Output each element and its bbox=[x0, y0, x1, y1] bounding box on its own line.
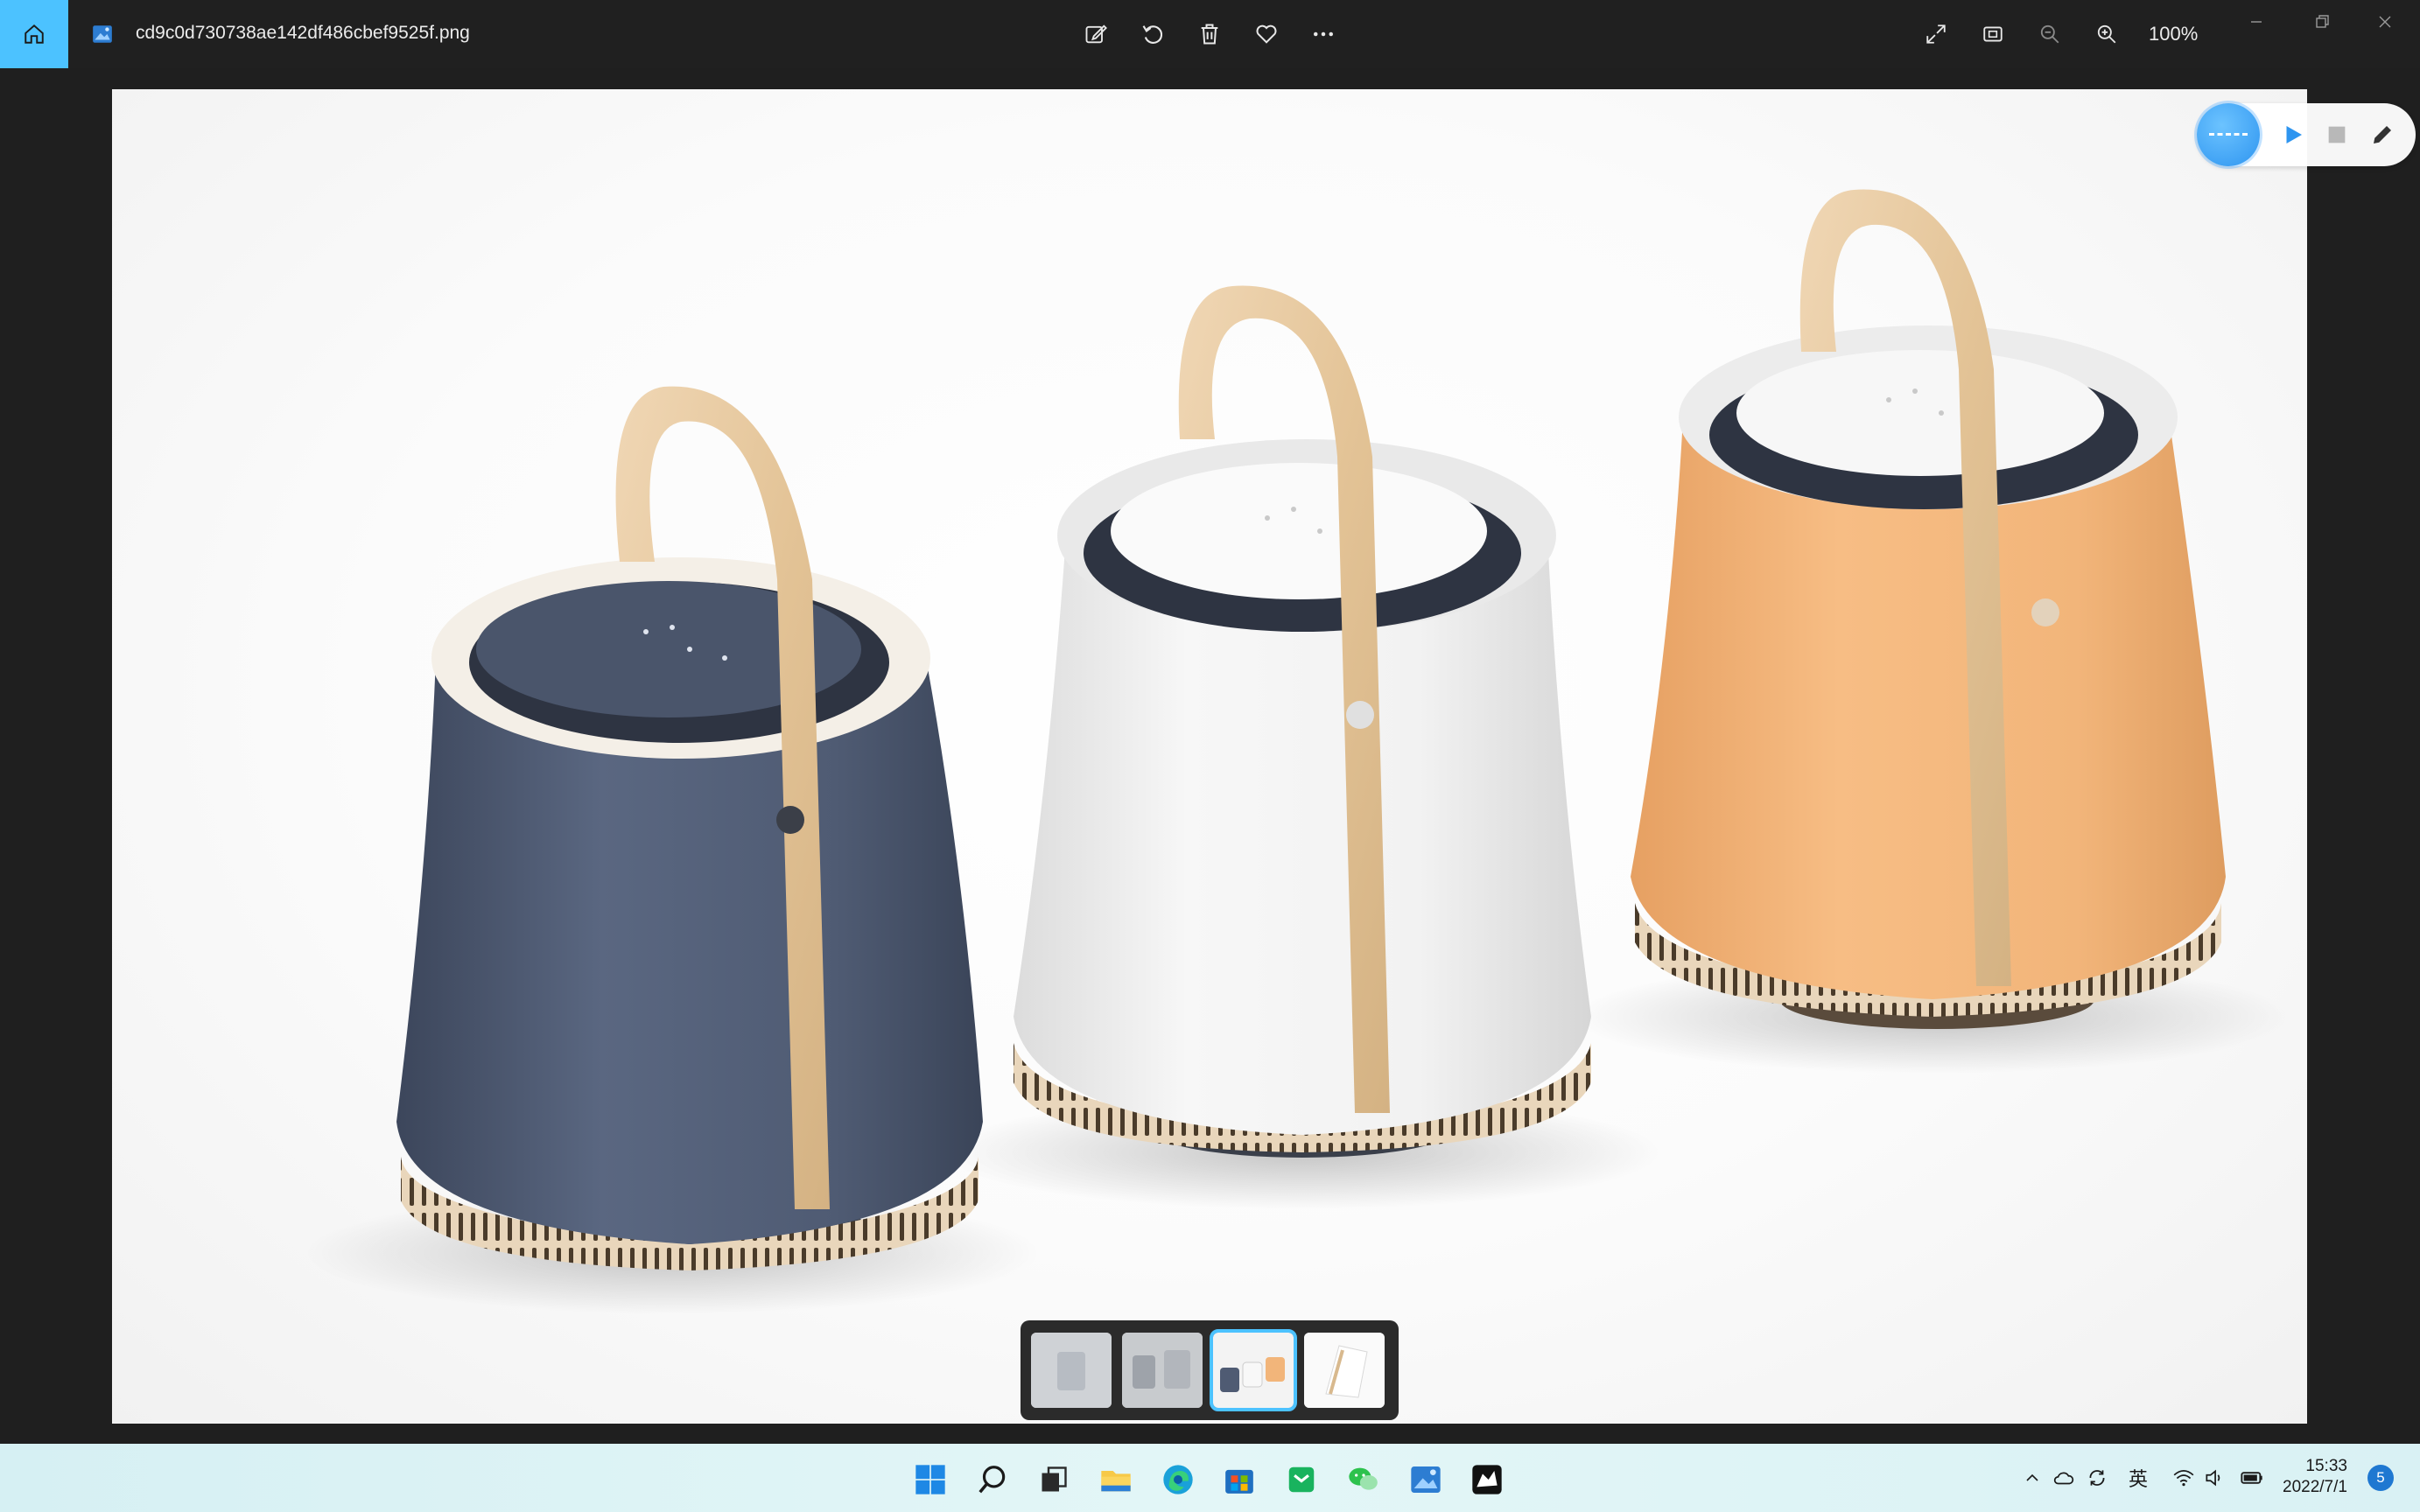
delete-button[interactable] bbox=[1193, 18, 1226, 51]
edit-image-button[interactable] bbox=[1079, 18, 1112, 51]
volume-icon bbox=[2206, 1469, 2220, 1487]
ime-indicator[interactable]: 英 bbox=[2125, 1465, 2151, 1491]
image-file-icon bbox=[93, 25, 112, 43]
zoom-out-icon bbox=[2040, 24, 2059, 44]
file-name: cd9c0d730738ae142df486cbef9525f.png bbox=[136, 23, 470, 43]
image-canvas[interactable] bbox=[112, 89, 2307, 1424]
restore-icon bbox=[2316, 15, 2329, 28]
edge-icon bbox=[1163, 1465, 1193, 1494]
store-button[interactable] bbox=[1219, 1460, 1259, 1500]
notification-badge[interactable]: 5 bbox=[2367, 1465, 2394, 1491]
pen-icon bbox=[2374, 126, 2391, 144]
search-button[interactable] bbox=[972, 1460, 1013, 1500]
home-icon bbox=[25, 24, 44, 44]
play-icon bbox=[2286, 126, 2302, 144]
clock[interactable]: 15:33 2022/7/1 bbox=[2283, 1456, 2347, 1498]
photos-icon bbox=[1411, 1466, 1441, 1493]
chevron-up-icon bbox=[2026, 1474, 2038, 1481]
favorite-icon bbox=[1256, 24, 1277, 44]
taskbar: 英 15:33 2022/7/1 5 bbox=[0, 1444, 2420, 1512]
thumbnail-3[interactable] bbox=[1210, 1329, 1297, 1411]
close-icon bbox=[2379, 16, 2391, 28]
record-icon bbox=[2209, 133, 2248, 136]
volume-button[interactable] bbox=[2201, 1465, 2227, 1491]
green-app-button[interactable] bbox=[1281, 1460, 1322, 1500]
zoom-level[interactable]: 100% bbox=[2149, 23, 2198, 46]
battery-button[interactable] bbox=[2239, 1465, 2265, 1491]
filmstrip bbox=[1021, 1320, 1399, 1420]
title-bar: cd9c0d730738ae142df486cbef9525f.png 100% bbox=[0, 0, 2420, 68]
clock-date: 2022/7/1 bbox=[2283, 1478, 2347, 1496]
clock-time: 15:33 bbox=[2305, 1457, 2347, 1475]
search-icon bbox=[979, 1466, 1006, 1494]
task-view-button[interactable] bbox=[1034, 1460, 1074, 1500]
product-photo bbox=[305, 189, 2291, 1314]
onedrive-button[interactable] bbox=[2051, 1465, 2077, 1491]
navy-purifier bbox=[396, 386, 983, 1270]
show-hidden-icons-button[interactable] bbox=[2019, 1465, 2045, 1491]
rhino-icon bbox=[1472, 1465, 1502, 1494]
thumbnail-4[interactable] bbox=[1304, 1333, 1385, 1408]
wechat-button[interactable] bbox=[1343, 1460, 1384, 1500]
edit-image-icon bbox=[1085, 24, 1107, 44]
green-app-icon bbox=[1288, 1466, 1315, 1493]
rhino-button[interactable] bbox=[1467, 1460, 1507, 1500]
favorite-button[interactable] bbox=[1250, 18, 1283, 51]
fullscreen-button[interactable] bbox=[1919, 18, 1953, 51]
zoom-in-button[interactable] bbox=[2090, 18, 2123, 51]
white-purifier bbox=[1014, 285, 1591, 1158]
wifi-icon bbox=[2173, 1470, 2194, 1487]
wechat-icon bbox=[1349, 1467, 1378, 1490]
battery-icon bbox=[2241, 1472, 2262, 1484]
play-button[interactable] bbox=[2277, 119, 2309, 150]
start-button[interactable] bbox=[910, 1460, 950, 1500]
thumbnail-1[interactable] bbox=[1031, 1333, 1112, 1408]
rotate-button[interactable] bbox=[1136, 18, 1169, 51]
sync-icon bbox=[2089, 1470, 2105, 1486]
pen-button[interactable] bbox=[2367, 119, 2398, 150]
close-button[interactable] bbox=[2367, 9, 2402, 35]
record-button[interactable] bbox=[2197, 103, 2260, 166]
minimize-button[interactable] bbox=[2239, 9, 2274, 35]
zoom-in-icon bbox=[2097, 24, 2116, 44]
store-icon bbox=[1225, 1469, 1253, 1494]
sync-button[interactable] bbox=[2084, 1465, 2110, 1491]
fit-to-window-button[interactable] bbox=[1976, 18, 2010, 51]
fit-icon bbox=[1983, 26, 2003, 42]
file-explorer-button[interactable] bbox=[1096, 1460, 1136, 1500]
edge-button[interactable] bbox=[1158, 1460, 1198, 1500]
cloud-icon bbox=[2053, 1472, 2074, 1485]
recording-toolbar bbox=[2197, 103, 2416, 166]
stop-button[interactable] bbox=[2321, 119, 2353, 150]
fullscreen-icon bbox=[1926, 24, 1946, 44]
minimize-icon bbox=[2251, 21, 2262, 23]
photos-button[interactable] bbox=[1406, 1460, 1446, 1500]
delete-icon bbox=[1201, 24, 1218, 45]
more-icon bbox=[1314, 32, 1333, 37]
rotate-icon bbox=[1142, 25, 1163, 44]
wifi-button[interactable] bbox=[2171, 1465, 2197, 1491]
more-options-button[interactable] bbox=[1307, 18, 1340, 51]
restore-button[interactable] bbox=[2304, 9, 2339, 35]
task-view-icon bbox=[1042, 1466, 1067, 1492]
file-explorer-icon bbox=[1101, 1471, 1131, 1492]
stop-icon bbox=[2328, 126, 2346, 144]
orange-purifier bbox=[1631, 189, 2226, 1029]
zoom-out-button[interactable] bbox=[2033, 18, 2066, 51]
home-button[interactable] bbox=[0, 0, 68, 68]
start-icon bbox=[915, 1465, 945, 1494]
thumbnail-2[interactable] bbox=[1122, 1333, 1203, 1408]
